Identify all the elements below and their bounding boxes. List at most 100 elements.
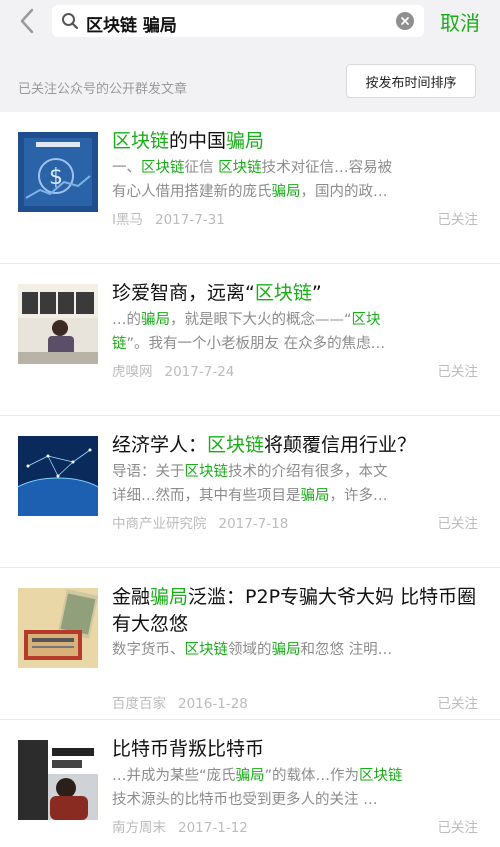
result-snippet: …并成为某些“庞氏骗局”的载体…作为区块链技术源头的比特币也受到更多人的关注 … [112, 764, 477, 812]
followed-badge: 已关注 [437, 696, 479, 712]
filter-bar: 已关注公众号的公开群发文章 按发布时间排序 [0, 44, 500, 112]
clear-input-button[interactable] [396, 12, 414, 30]
title-segment: 经济学人： [112, 434, 208, 456]
result-item[interactable]: 珍爱智商，远离“区块链” …的骗局，就是眼下大火的概念——“区块 链”。我有一个小老… [0, 264, 500, 416]
result-source: 虎嗅网 [112, 364, 153, 380]
result-meta: 中商产业研究院 2017-7-18 [112, 512, 288, 532]
followed-badge: 已关注 [437, 364, 479, 380]
title-segment: 比特币背叛比特币 [112, 738, 265, 760]
title-highlight: 区块链 [254, 282, 312, 304]
result-source: 中商产业研究院 [112, 516, 207, 532]
search-query-rest: 骗局 [137, 16, 177, 36]
snippet-line: 导语：关于区块链技术的介绍有很多，本文 [112, 460, 477, 484]
snippet-segment: 技术的介绍有很多，本文 [228, 464, 388, 480]
result-item[interactable]: $ 区块链的中国骗局 一、区块链征信 区块链技术对征信…容易被 有心人借用搭建新的庞氏… [0, 112, 500, 264]
snippet-line: 详细…然而，其中有些项目是骗局，许多… [112, 484, 477, 508]
search-query: 区块链 骗局 [86, 11, 177, 36]
result-title[interactable]: 比特币背叛比特币 [112, 736, 487, 763]
title-highlight: 区块链 [207, 434, 265, 456]
snippet-segment: ，国内的政… [300, 184, 388, 200]
snippet-line: 一、区块链征信 区块链技术对征信…容易被 [112, 156, 477, 180]
snippet-line: …的骗局，就是眼下大火的概念——“区块 [112, 308, 477, 332]
followed-badge: 已关注 [437, 516, 479, 532]
result-date: 2017-7-31 [154, 212, 225, 228]
followed-badge: 已关注 [437, 820, 479, 836]
result-snippet: 一、区块链征信 区块链技术对征信…容易被 有心人借用搭建新的庞氏骗局，国内的政… [112, 156, 477, 204]
result-meta: I黑马 2017-7-31 [112, 208, 225, 228]
title-highlight: 骗局 [226, 130, 265, 152]
title-segment: 珍爱智商，远离“ [112, 282, 255, 304]
snippet-segment: 详细…然而，其中有些项目是 [112, 488, 301, 504]
sort-by-time-button[interactable]: 按发布时间排序 [346, 64, 476, 98]
result-date: 2017-7-24 [164, 364, 235, 380]
title-highlight: 骗局 [150, 586, 189, 608]
result-title[interactable]: 区块链的中国骗局 [112, 128, 487, 155]
search-input[interactable]: 区块链 骗局 [52, 5, 424, 37]
mousetrap-money-thumbnail [18, 588, 98, 668]
followed-badge: 已关注 [437, 212, 479, 228]
snippet-segment: 征信 [184, 160, 219, 176]
snippet-highlight: 区块 [351, 312, 381, 328]
result-item[interactable]: 经济学人：区块链将颠覆信用行业？ 导语：关于区块链技术的介绍有很多，本文 详细…然而… [0, 416, 500, 568]
snippet-segment: …的 [112, 312, 141, 328]
snippet-highlight: 区块链 [184, 464, 229, 480]
snippet-highlight: 区块链 [359, 768, 403, 784]
result-item[interactable]: 比特币背叛比特币 …并成为某些“庞氏骗局”的载体…作为区块链技术源头的比特币也受到… [0, 720, 500, 847]
network-globe-thumbnail [18, 436, 98, 516]
title-segment: ” [311, 282, 322, 304]
snippet-segment: ，就是眼下大火的概念——“ [170, 312, 352, 328]
dollar-chart-thumbnail: $ [18, 132, 98, 212]
snippet-segment: ”。我有一个小老板朋友 在众多的焦虑… [126, 336, 386, 352]
result-meta: 百度百家 2016-1-28 [112, 692, 248, 712]
snippet-line: 有心人借用搭建新的庞氏骗局，国内的政… [112, 180, 477, 204]
result-date: 2016-1-28 [178, 696, 248, 712]
search-query-term: 区块链 [86, 16, 137, 36]
snippet-segment: 导语：关于 [112, 464, 185, 480]
snippet-highlight: 骗局 [235, 768, 265, 784]
top-bar: 区块链 骗局 取消 [0, 0, 500, 44]
result-source: 百度百家 [112, 696, 166, 712]
snippet-segment: ，许多… [329, 488, 388, 504]
snippet-highlight: 骗局 [271, 184, 301, 200]
search-icon [62, 13, 79, 30]
result-snippet: …的骗局，就是眼下大火的概念——“区块 链”。我有一个小老板朋友 在众多的焦虑… [112, 308, 477, 356]
result-date: 2017-1-12 [178, 820, 248, 836]
snippet-segment: 数字货币、 [112, 642, 185, 658]
back-button[interactable] [12, 6, 42, 36]
title-segment: 金融 [112, 586, 151, 608]
snippet-segment: 领域的 [228, 642, 272, 658]
snippet-highlight: 区块链 [184, 642, 229, 658]
result-meta: 南方周末 2017-1-12 [112, 816, 248, 836]
filter-label: 已关注公众号的公开群发文章 [18, 82, 188, 97]
svg-text:$: $ [49, 165, 63, 190]
result-source: 南方周末 [112, 820, 166, 836]
result-title[interactable]: 珍爱智商，远离“区块链” [112, 280, 487, 307]
snippet-segment: 技术源头的比特币也受到更多人的关注 … [112, 792, 378, 808]
chevron-left-icon [20, 8, 34, 34]
result-title[interactable]: 金融骗局泛滥：P2P专骗大爷大妈 比特币圈有大忽悠 [112, 584, 487, 638]
snippet-segment: 一、 [112, 160, 141, 176]
title-highlight: 区块链 [112, 130, 170, 152]
title-segment: 将颠覆信用行业？ [264, 434, 417, 456]
result-title[interactable]: 经济学人：区块链将颠覆信用行业？ [112, 432, 487, 459]
snippet-segment: …并成为某些“庞氏 [112, 768, 236, 784]
result-source: I黑马 [112, 212, 143, 228]
title-segment: 的中国 [169, 130, 227, 152]
result-date: 2017-7-18 [218, 516, 289, 532]
snippet-segment: ”的载体…作为 [264, 768, 360, 784]
snippet-highlight: 区块链 [141, 160, 185, 176]
result-meta: 虎嗅网 2017-7-24 [112, 360, 234, 380]
speaker-stage-thumbnail [18, 284, 98, 364]
result-snippet: 导语：关于区块链技术的介绍有很多，本文 详细…然而，其中有些项目是骗局，许多… [112, 460, 477, 508]
snippet-line: 技术源头的比特币也受到更多人的关注 … [112, 788, 477, 812]
snippet-highlight: 骗局 [300, 488, 330, 504]
snippet-segment: 和忽悠 注明… [300, 642, 393, 658]
snippet-line: 链”。我有一个小老板朋友 在众多的焦虑… [112, 332, 477, 356]
cancel-button[interactable]: 取消 [440, 7, 480, 36]
result-item[interactable]: 金融骗局泛滥：P2P专骗大爷大妈 比特币圈有大忽悠 数字货币、区块链领域的骗局和忽… [0, 568, 500, 720]
snippet-highlight: 骗局 [141, 312, 170, 328]
snippet-line: 数字货币、区块链领域的骗局和忽悠 注明… [112, 638, 477, 662]
bitcoin-person-thumbnail [18, 740, 98, 820]
snippet-highlight: 骗局 [271, 642, 301, 658]
clear-icon [401, 17, 409, 25]
